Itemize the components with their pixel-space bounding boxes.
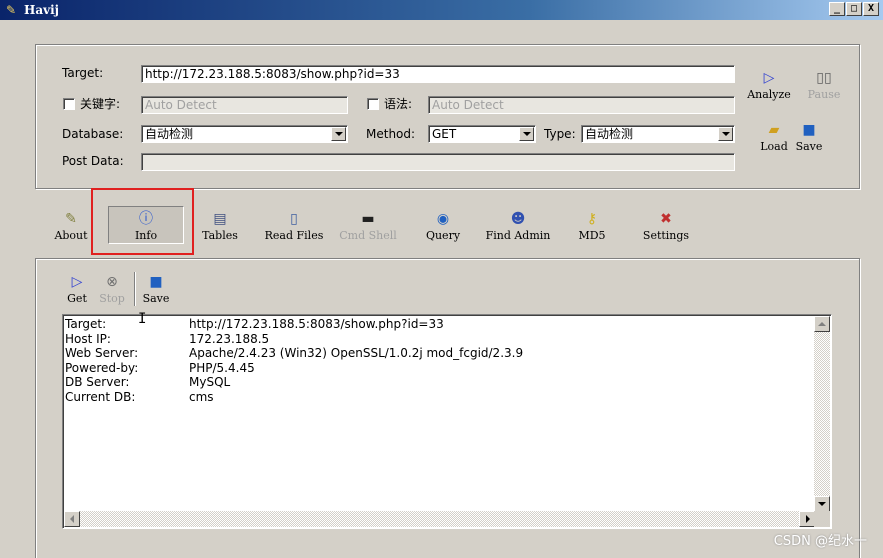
play-icon: ▷	[71, 274, 83, 290]
keyword-input[interactable]: Auto Detect	[141, 96, 348, 114]
stop-icon: ⊗	[106, 274, 118, 290]
text-cursor-icon: I	[138, 311, 147, 327]
target-input[interactable]: http://172.23.188.5:8083/show.php?id=33	[141, 65, 735, 83]
target-label: Target:	[62, 66, 104, 80]
get-button[interactable]: ▷ Get	[64, 274, 90, 305]
floppy-icon: ■	[802, 122, 816, 138]
scroll-right-button[interactable]	[799, 511, 815, 527]
file-icon: ▯	[290, 211, 298, 227]
info-key: Powered-by:	[65, 360, 139, 375]
stop-button[interactable]: ⊗ Stop	[95, 274, 129, 305]
tab-settings[interactable]: ✖ Settings	[637, 211, 695, 242]
info-key: Current DB:	[65, 389, 136, 404]
tab-tables[interactable]: ▤ Tables	[196, 211, 244, 242]
key-icon: ⚷	[586, 211, 598, 227]
save-button-info[interactable]: ■ Save	[140, 274, 172, 305]
tab-read-files[interactable]: ▯ Read Files	[258, 211, 330, 242]
tool-icon: ✎	[65, 211, 77, 227]
method-select[interactable]: GET	[428, 125, 536, 143]
type-select[interactable]: 自动检测	[581, 125, 735, 143]
postdata-input[interactable]	[141, 153, 735, 171]
query-icon: ◉	[436, 211, 450, 227]
chevron-down-icon	[718, 127, 733, 141]
scroll-corner	[814, 511, 830, 527]
info-key: Web Server:	[65, 346, 139, 360]
tab-about[interactable]: ✎ About	[50, 211, 92, 242]
toolbar-separator	[134, 272, 136, 306]
table-icon: ▤	[213, 211, 227, 227]
floppy-icon: ■	[149, 274, 163, 290]
app-icon: ✎	[6, 3, 17, 17]
terminal-icon: ▬	[361, 211, 375, 227]
pause-button[interactable]: ▯▯ Pause	[802, 70, 846, 101]
syntax-label: 语法:	[384, 97, 413, 111]
keyword-label: 关键字:	[80, 97, 121, 111]
info-icon: ⓘ	[139, 211, 153, 227]
method-label: Method:	[366, 127, 416, 141]
horizontal-scrollbar[interactable]	[64, 511, 815, 527]
pause-icon: ▯▯	[816, 70, 832, 86]
save-button-top[interactable]: ■ Save	[792, 122, 826, 153]
type-label: Type:	[544, 127, 576, 141]
info-value: MySQL	[189, 375, 231, 389]
watermark: CSDN @纪水一	[773, 534, 867, 549]
info-key: Host IP:	[65, 331, 111, 346]
tab-md5[interactable]: ⚷ MD5	[576, 211, 608, 242]
vertical-scrollbar[interactable]	[814, 316, 830, 512]
maximize-button[interactable]: □	[846, 2, 862, 16]
analyze-button[interactable]: ▷ Analyze	[745, 70, 793, 101]
syntax-checkbox[interactable]	[367, 98, 379, 110]
info-value: cms	[189, 389, 214, 404]
chevron-down-icon	[331, 127, 346, 141]
settings-icon: ✖	[660, 211, 672, 227]
database-select[interactable]: 自动检测	[141, 125, 348, 143]
scroll-left-button[interactable]	[64, 511, 80, 527]
title-bar: ✎ Havij _ □ X	[0, 0, 883, 20]
play-icon: ▷	[763, 70, 775, 86]
scroll-down-button[interactable]	[814, 496, 830, 512]
users-icon: ☻	[510, 211, 526, 227]
database-label: Database:	[62, 127, 124, 141]
tab-find-admin[interactable]: ☻ Find Admin	[482, 211, 554, 242]
info-value: 172.23.188.5	[189, 331, 270, 346]
window-title: Havij	[24, 3, 59, 17]
info-value: http://172.23.188.5:8083/show.php?id=33	[189, 317, 444, 331]
minimize-button[interactable]: _	[829, 2, 845, 16]
tab-query[interactable]: ◉ Query	[422, 211, 464, 242]
info-key: DB Server:	[65, 375, 130, 389]
info-value: PHP/5.4.45	[189, 360, 255, 375]
scroll-up-button[interactable]	[814, 316, 830, 332]
syntax-input[interactable]: Auto Detect	[428, 96, 735, 114]
folder-icon: ▰	[768, 122, 780, 138]
tab-info[interactable]: ⓘ Info	[108, 206, 184, 244]
info-value: Apache/2.4.23 (Win32) OpenSSL/1.0.2j mod…	[189, 346, 524, 360]
keyword-checkbox[interactable]	[63, 98, 75, 110]
info-output[interactable]: Target: http://172.23.188.5:8083/show.php…	[62, 314, 832, 529]
close-button[interactable]: X	[863, 2, 879, 16]
chevron-down-icon	[519, 127, 534, 141]
load-button[interactable]: ▰ Load	[757, 122, 791, 153]
postdata-label: Post Data:	[62, 154, 124, 168]
info-key: Target:	[65, 317, 107, 331]
tab-cmd-shell[interactable]: ▬ Cmd Shell	[335, 211, 401, 242]
